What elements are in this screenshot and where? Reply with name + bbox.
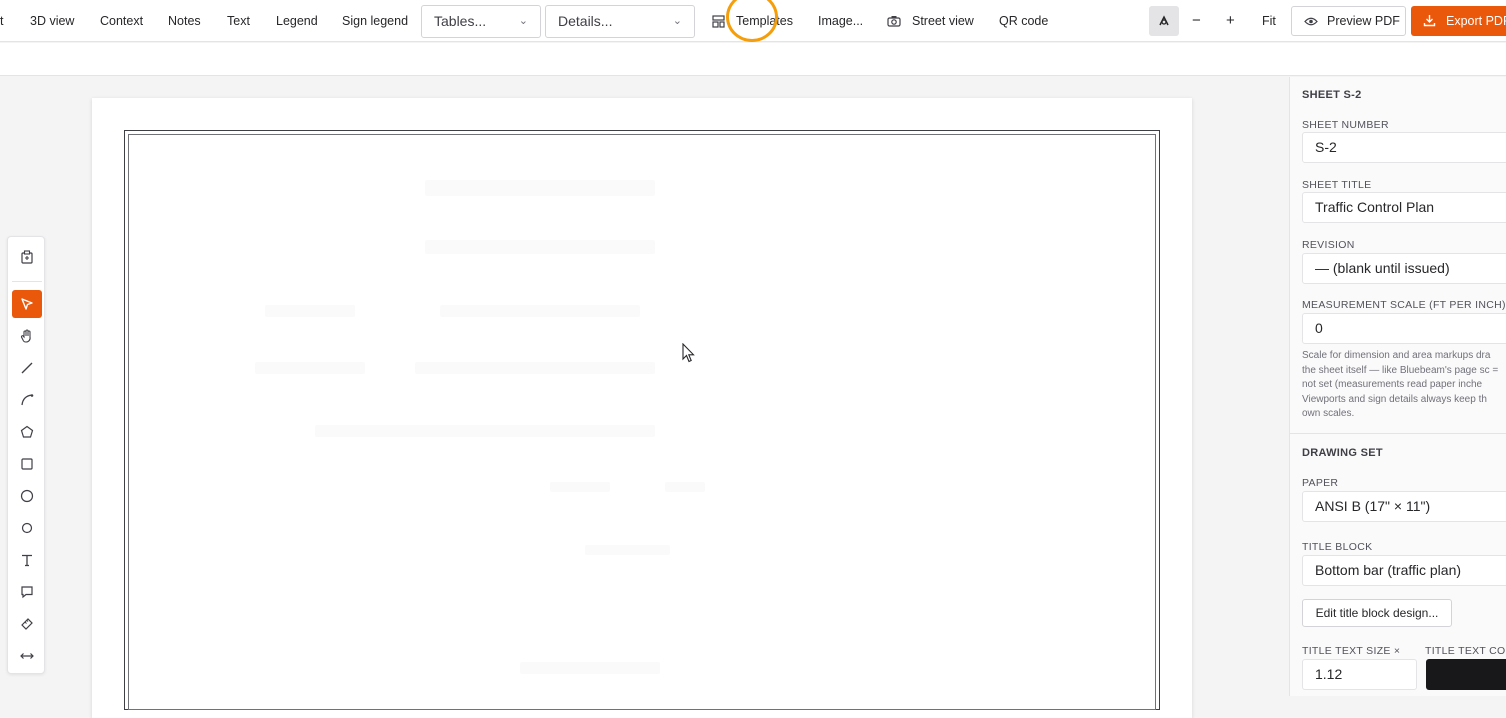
tool-divider [12, 281, 42, 282]
rectangle-tool[interactable] [12, 450, 42, 478]
text-icon [22, 554, 32, 567]
title-text-color-label: TITLE TEXT COL [1425, 645, 1506, 657]
sheet-ghost-content [520, 662, 660, 674]
select-arrow-icon [21, 298, 33, 310]
toolbar-item-cut-off[interactable]: t [0, 0, 3, 42]
preview-pdf-label: Preview PDF [1327, 14, 1400, 28]
mouse-cursor-icon [682, 343, 695, 363]
preview-pdf-button[interactable]: Preview PDF [1291, 6, 1406, 36]
dimension-tool[interactable] [12, 642, 42, 670]
panel-divider [1290, 433, 1506, 434]
sheet-ghost-content [550, 482, 610, 492]
sheet-number-label: SHEET NUMBER [1302, 119, 1389, 131]
title-block-label: TITLE BLOCK [1302, 541, 1373, 553]
measurement-scale-field[interactable]: 0 [1302, 313, 1506, 344]
chevron-down-icon: ⌄ [672, 15, 682, 27]
drawing-set-heading: DRAWING SET [1302, 447, 1383, 459]
pan-tool[interactable] [12, 322, 42, 350]
hand-pan-icon [20, 328, 31, 343]
measurement-scale-label: MEASUREMENT SCALE (FT PER INCH) [1302, 299, 1506, 311]
toolbar-3d-view[interactable]: 3D view [30, 0, 74, 42]
paper-label: PAPER [1302, 477, 1339, 489]
sheet-ghost-content [315, 425, 655, 437]
snap-toggle-button[interactable] [1149, 6, 1179, 36]
title-block-select[interactable]: Bottom bar (traffic plan) [1302, 555, 1506, 586]
arc-tool[interactable] [12, 386, 42, 414]
measurement-scale-help: Scale for dimension and area markups dra… [1302, 350, 1499, 419]
tables-select-value: Tables... [434, 13, 487, 29]
sheet-ghost-content [425, 180, 655, 196]
sheet-number-field[interactable]: S-2 [1302, 132, 1506, 163]
clipboard-tool[interactable] [12, 243, 42, 271]
clipboard-icon [21, 250, 33, 264]
line-icon [21, 362, 33, 374]
chevron-down-icon: ⌄ [518, 15, 528, 27]
export-pdf-label: Export PDF [1446, 14, 1506, 28]
line-tool[interactable] [12, 354, 42, 382]
sheet-ghost-content [440, 305, 640, 317]
dimension-icon [20, 653, 34, 659]
sheet-ghost-content [585, 545, 670, 555]
arc-icon [21, 394, 34, 406]
tool-palette [7, 236, 45, 674]
zoom-in-button[interactable]: + [1226, 0, 1235, 42]
camera-icon [884, 11, 904, 31]
circle-tool[interactable] [12, 482, 42, 510]
tables-select[interactable]: Tables... ⌄ [421, 5, 541, 38]
revision-label: REVISION [1302, 239, 1355, 251]
ellipse-tool[interactable] [12, 514, 42, 542]
sheet-ghost-content [415, 362, 655, 374]
callout-tool[interactable] [12, 578, 42, 606]
toolbar-sign-legend[interactable]: Sign legend [342, 0, 408, 42]
details-select[interactable]: Details... ⌄ [545, 5, 695, 38]
toolbar-image[interactable]: Image... [818, 0, 863, 42]
toolbar-legend[interactable]: Legend [276, 0, 318, 42]
toolbar-text[interactable]: Text [227, 0, 250, 42]
revision-field[interactable]: — (blank until issued) [1302, 253, 1506, 284]
secondary-toolbar [0, 43, 1506, 76]
paper-select[interactable]: ANSI B (17" × 11") [1302, 491, 1506, 522]
polygon-icon [20, 425, 34, 438]
sheet-ghost-content [425, 240, 655, 254]
callout-icon [21, 586, 33, 599]
top-toolbar: t 3D view Context Notes Text Legend Sign… [0, 0, 1506, 42]
ellipse-icon [21, 522, 33, 534]
title-text-size-field[interactable]: 1.12 [1302, 659, 1417, 690]
select-tool[interactable] [12, 290, 42, 318]
download-icon [1423, 15, 1436, 27]
sheet-ghost-content [255, 362, 365, 374]
edit-title-block-button[interactable]: Edit title block design... [1302, 599, 1452, 627]
circle-icon [20, 489, 34, 503]
sheet-ghost-content [665, 482, 705, 492]
templates-icon [708, 11, 728, 31]
sheet-border-inner [128, 134, 1156, 710]
zoom-out-button[interactable]: − [1192, 0, 1201, 42]
sheet-title-label: SHEET TITLE [1302, 179, 1372, 191]
sheet-heading: SHEET S-2 [1302, 89, 1362, 101]
magnet-icon [1159, 15, 1169, 26]
rectangle-icon [21, 458, 33, 470]
polygon-tool[interactable] [12, 418, 42, 446]
measure-icon [21, 618, 33, 630]
sheet-ghost-content [265, 305, 355, 317]
toolbar-qr-code[interactable]: QR code [999, 0, 1048, 42]
toolbar-notes[interactable]: Notes [168, 0, 201, 42]
text-tool[interactable] [12, 546, 42, 574]
zoom-fit-button[interactable]: Fit [1262, 0, 1276, 42]
sheet-title-field[interactable]: Traffic Control Plan [1302, 192, 1506, 223]
measure-tool[interactable] [12, 610, 42, 638]
toolbar-street-view[interactable]: Street view [912, 0, 974, 42]
sheet-properties-panel: SHEET S-2 SHEET NUMBER S-2 SHEET TITLE T… [1289, 77, 1506, 696]
export-pdf-button[interactable]: Export PDF [1411, 6, 1506, 36]
title-text-color-swatch[interactable] [1426, 659, 1506, 690]
title-text-size-label: TITLE TEXT SIZE × [1302, 645, 1401, 657]
toolbar-context[interactable]: Context [100, 0, 143, 42]
eye-icon [1304, 17, 1318, 26]
details-select-value: Details... [558, 13, 613, 29]
